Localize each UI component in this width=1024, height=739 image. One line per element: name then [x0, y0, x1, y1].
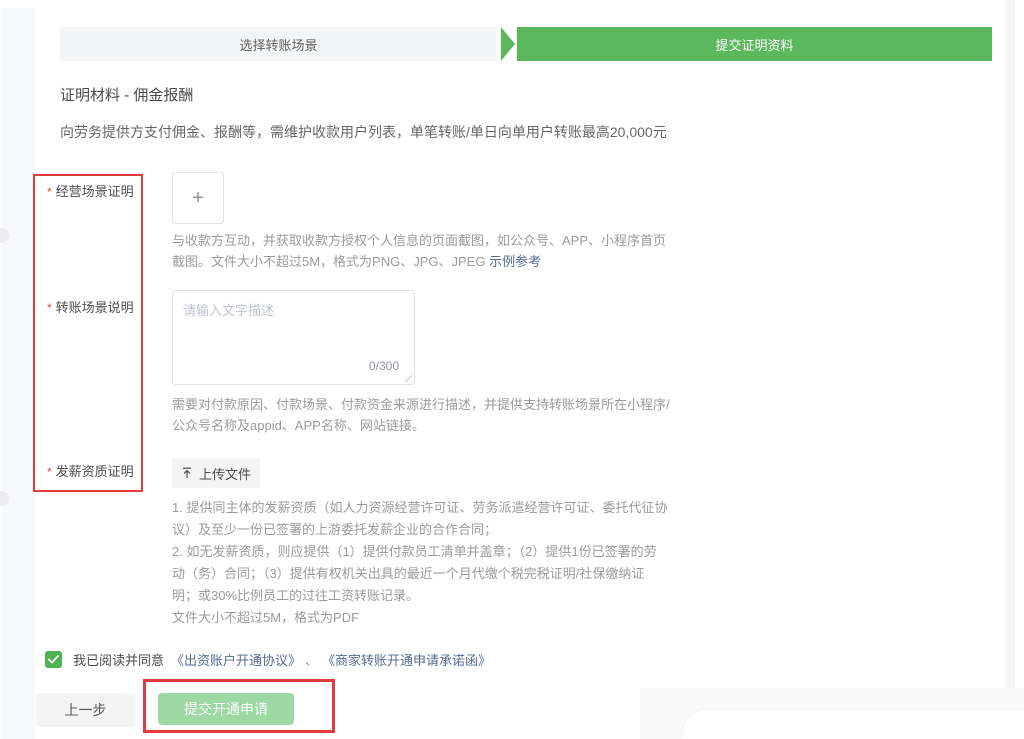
- step-label: 选择转账场景: [239, 35, 317, 54]
- upload-file-button[interactable]: 上传文件: [172, 458, 260, 488]
- link-separator: 、: [305, 650, 318, 669]
- agreement-prefix-text: 我已阅读并同意: [73, 650, 164, 669]
- image-upload-button[interactable]: +: [172, 172, 224, 224]
- floating-corner-widget: [683, 710, 1024, 739]
- submit-application-button[interactable]: 提交开通申请: [158, 693, 294, 725]
- annotation-box-field-labels: [33, 174, 143, 492]
- step-arrow-icon: [501, 27, 515, 61]
- agreement-row: 我已阅读并同意 《出资账户开通协议》 、 《商家转账开通申请承诺函》: [45, 650, 491, 669]
- required-asterisk: *: [47, 185, 52, 199]
- step-submit-proof[interactable]: 提交证明资料: [517, 27, 992, 61]
- merchant-transfer-commitment-link[interactable]: 《商家转账开通申请承诺函》: [322, 650, 491, 669]
- payroll-qualification-help-text: 1. 提供同主体的发薪资质（如人力资源经营许可证、劳务派遣经营许可证、委托代征协…: [172, 497, 667, 629]
- previous-step-button[interactable]: 上一步: [36, 693, 135, 727]
- vertical-scrollbar[interactable]: [1005, 0, 1015, 739]
- plus-icon: +: [192, 187, 204, 210]
- edge-widget-icon: [0, 228, 9, 243]
- check-icon: [48, 655, 59, 664]
- required-asterisk: *: [47, 465, 52, 479]
- upload-icon: [181, 467, 193, 479]
- field-label-payroll-qualification-proof: *发薪资质证明: [47, 461, 134, 480]
- field-label-business-scene-proof: *经营场景证明: [47, 181, 134, 200]
- funding-account-agreement-link[interactable]: 《出资账户开通协议》: [171, 650, 301, 669]
- field-label-transfer-scene-description: *转账场景说明: [47, 297, 134, 316]
- character-counter: 0/300: [369, 359, 399, 373]
- left-sidebar-strip: [2, 8, 35, 739]
- upload-button-label: 上传文件: [199, 464, 251, 483]
- page-title: 证明材料 - 佣金报酬: [60, 84, 193, 105]
- step-label: 提交证明资料: [715, 35, 793, 54]
- transfer-scene-help-text: 需要对付款原因、付款场景、付款资金来源进行描述，并提供支持转账场景所在小程序/ …: [172, 394, 670, 436]
- business-scene-help-text: 与收款方互动，并获取收款方授权个人信息的页面截图，如公众号、APP、小程序首页 …: [172, 230, 666, 272]
- edge-widget-icon: [0, 491, 9, 506]
- agreement-checkbox[interactable]: [45, 651, 62, 668]
- transfer-scene-textarea-wrap: 0/300: [172, 290, 415, 385]
- page-subtitle: 向劳务提供方支付佣金、报酬等，需维护收款用户列表，单笔转账/单日向单用户转账最高…: [60, 122, 667, 142]
- step-select-transfer-scene[interactable]: 选择转账场景: [60, 27, 497, 61]
- required-asterisk: *: [47, 301, 52, 315]
- example-reference-link[interactable]: 示例参考: [489, 254, 541, 269]
